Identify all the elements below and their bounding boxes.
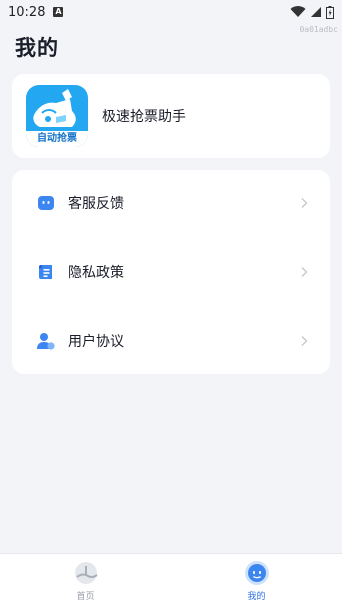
battery-icon [326,5,334,19]
menu-item-label: 隐私政策 [68,265,124,281]
chevron-right-icon [301,336,308,346]
privacy-policy-icon [36,262,56,282]
status-bar: 10:28 A [0,0,342,24]
device-id: 0a01adbc [299,25,338,34]
customer-service-icon [36,193,56,213]
tab-label-home: 首页 [76,592,95,602]
page-title: 我的 [15,36,59,60]
menu-item-privacy-policy[interactable]: 隐私政策 [12,239,330,305]
bottom-tab-bar: 首页 我的 [0,553,342,609]
app-name: 极速抢票助手 [102,109,186,125]
notification-icon: A [53,7,64,17]
menu-item-label: 客服反馈 [68,196,124,212]
app-info-card: 自动抢票 极速抢票助手 [12,74,330,158]
profile-icon [244,561,269,585]
tab-profile[interactable]: 我的 [171,554,342,609]
chevron-right-icon [301,198,308,208]
user-agreement-icon [36,331,56,351]
tab-home[interactable]: 首页 [0,554,171,609]
status-time: 10:28 [8,4,46,20]
app-logo-label: 自动抢票 [26,131,88,147]
menu-item-label: 用户协议 [68,334,124,350]
home-icon [74,562,98,584]
wifi-icon [290,6,306,18]
app-logo: 自动抢票 [26,85,88,147]
chevron-right-icon [301,267,308,277]
status-right [290,5,334,19]
menu-card: 客服反馈 隐私政策 用户协议 [12,170,330,374]
signal-icon [311,7,321,17]
menu-item-customer-service[interactable]: 客服反馈 [12,170,330,236]
menu-item-user-agreement[interactable]: 用户协议 [12,308,330,374]
status-left: 10:28 A [8,4,64,20]
tab-label-profile: 我的 [247,592,266,602]
